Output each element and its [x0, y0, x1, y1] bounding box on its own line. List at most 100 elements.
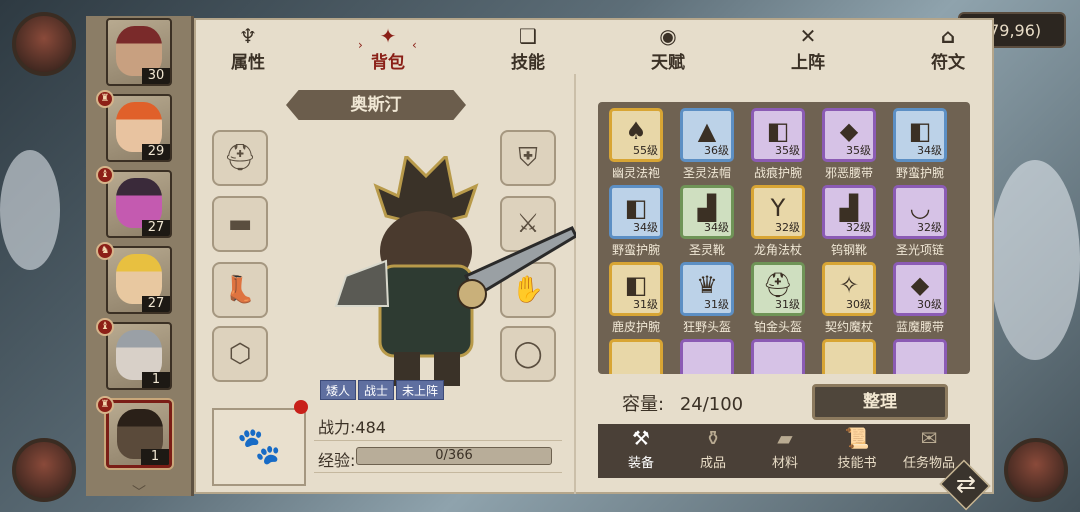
- item-level: 36级: [704, 144, 729, 157]
- hero-shoulder-shape: [334, 259, 390, 307]
- helmet-slot[interactable]: ⛑: [212, 130, 268, 186]
- category-icon: ⚒: [632, 426, 650, 450]
- ring-icon: ⬡: [228, 339, 252, 369]
- item-level: 31级: [633, 298, 658, 311]
- hero-card[interactable]: 29: [106, 94, 172, 162]
- power-label: 战力:484: [318, 418, 386, 437]
- helmet-icon: ⛑: [223, 143, 257, 173]
- capacity-display: 容量: 24/100: [622, 390, 743, 416]
- stat-divider: [314, 440, 562, 441]
- ring-slot[interactable]: ⬡: [212, 326, 268, 382]
- item-icon-frame: [609, 339, 663, 374]
- inventory-item[interactable]: ▟ 32级 钨钢靴: [819, 185, 879, 261]
- category-tab[interactable]: ⚱ 成品: [678, 424, 748, 478]
- category-tab[interactable]: ▰ 材料: [750, 424, 820, 478]
- inventory-item[interactable]: ◆ 35级 邪恶腰带: [819, 108, 879, 184]
- category-tab[interactable]: ⚒ 装备: [606, 424, 676, 478]
- item-icon-frame: ▟ 32级: [822, 185, 876, 239]
- item-name: 铂金头盔: [753, 320, 802, 334]
- item-icon-frame: ◧ 31级: [609, 262, 663, 316]
- tab-icon: ◉: [659, 24, 677, 48]
- left-bottom-button[interactable]: [12, 438, 76, 502]
- item-icon-frame: ◧ 34级: [609, 185, 663, 239]
- notification-dot: [294, 400, 308, 414]
- hero-card[interactable]: 27: [106, 170, 172, 238]
- snow-patch: [0, 150, 60, 270]
- item-level: 32级: [917, 221, 942, 234]
- inventory-item-partial[interactable]: [677, 339, 737, 374]
- tab[interactable]: ♆ 属性: [208, 24, 288, 73]
- item-icon-frame: ◡ 32级: [893, 185, 947, 239]
- tab[interactable]: ❑ 技能: [488, 24, 568, 73]
- swap-arrows-icon: ⇄: [955, 470, 977, 498]
- item-level: 30级: [846, 298, 871, 311]
- tab-icon: ⌂: [940, 24, 956, 48]
- hero-level: 27: [142, 296, 170, 312]
- hero-card[interactable]: 27: [106, 246, 172, 314]
- inventory-item[interactable]: ◧ 31级 鹿皮护腕: [606, 262, 666, 338]
- item-icon-frame: ✧ 30级: [822, 262, 876, 316]
- item-name: 战痕护腕: [753, 166, 802, 180]
- player-avatar[interactable]: [12, 12, 76, 76]
- inventory-item[interactable]: ♠ 55级 幽灵法袍: [606, 108, 666, 184]
- inventory-item[interactable]: ◧ 34级 野蛮护腕: [606, 185, 666, 261]
- class-badge-icon: ♝: [96, 166, 114, 184]
- tab-icon: ✦: [379, 24, 397, 48]
- inventory-item[interactable]: Y 32级 龙角法杖: [748, 185, 808, 261]
- belt-slot[interactable]: ▬: [212, 196, 268, 252]
- hero-panel: ♆ 属性 ✦ 背包 › ‹ ❑ 技能 ◉ 天赋 ✕ 上阵 ⌂ 符文 奥斯汀 ⛑ ▬ 👢 ⬡ ⛨ ⚔ ✋ ◯…: [194, 18, 994, 494]
- inventory-item[interactable]: ♛ 31级 狂野头盔: [677, 262, 737, 338]
- inventory-item-partial[interactable]: [606, 339, 666, 374]
- inventory-item[interactable]: ◆ 30级 蓝魔腰带: [890, 262, 950, 338]
- inventory-item[interactable]: ◧ 34级 野蛮护腕: [890, 108, 950, 184]
- capacity-value: 24/100: [679, 394, 744, 415]
- inventory-item-partial[interactable]: [819, 339, 879, 374]
- item-icon-frame: [822, 339, 876, 374]
- tab[interactable]: ⌂ 符文: [908, 24, 988, 73]
- chevron-left-icon: ‹: [412, 38, 417, 52]
- item-icon-frame: ◆ 35级: [822, 108, 876, 162]
- inventory-item[interactable]: ◧ 35级战痕护腕: [748, 108, 808, 184]
- inventory-item[interactable]: ▟ 34级 圣灵靴: [677, 185, 737, 261]
- tab[interactable]: ✕ 上阵: [768, 24, 848, 73]
- item-icon-frame: ▲ 36级: [680, 108, 734, 162]
- hero-list-scroll-down-icon[interactable]: ﹀: [127, 486, 151, 500]
- inventory-item[interactable]: ▲ 36级 圣灵法帽: [677, 108, 737, 184]
- class-badge-icon: ♝: [96, 318, 114, 336]
- category-tab[interactable]: 📜 技能书: [822, 424, 892, 478]
- hero-level: 29: [142, 144, 170, 160]
- inventory-grid[interactable]: ♠ 55级 幽灵法袍 ▲ 36级 圣灵法帽 ◧ 35级 战痕护腕 ◆ 35级 邪恶腰带 ◧ 34级 野蛮护腕…: [598, 102, 970, 374]
- hero-card[interactable]: 1: [106, 322, 172, 390]
- class-badge-icon: ♜: [96, 90, 114, 108]
- sort-button[interactable]: 整理: [812, 384, 948, 420]
- category-icon: ▰: [777, 426, 793, 450]
- inventory-item[interactable]: ✧ 30级 契约魔杖: [819, 262, 879, 338]
- item-name: 龙角法杖: [753, 243, 802, 257]
- tab[interactable]: ◉ 天赋: [628, 24, 708, 73]
- item-level: 32级: [846, 221, 871, 234]
- item-icon-frame: ◆ 30级: [893, 262, 947, 316]
- tab-label: 上阵: [791, 53, 825, 73]
- inventory-item-partial[interactable]: [890, 339, 950, 374]
- inventory-item[interactable]: ◡ 32级 圣光项链: [890, 185, 950, 261]
- item-name: 狂野头盔: [682, 320, 731, 334]
- item-level: 55级: [633, 144, 658, 157]
- hero-card[interactable]: 30: [106, 18, 172, 86]
- hero-level: 30: [142, 68, 170, 84]
- hero-level: 1: [141, 449, 169, 465]
- hero-body-shape: [378, 264, 474, 358]
- class-tag: 战士: [358, 380, 395, 400]
- item-level: 34级: [633, 221, 658, 234]
- item-icon-frame: ◧ 35级: [751, 108, 805, 162]
- pet-slot[interactable]: 🐾: [212, 408, 306, 486]
- boots-slot[interactable]: 👢: [212, 262, 268, 318]
- tab-icon: ♆: [239, 24, 257, 48]
- item-name: 幽灵法袍: [611, 166, 660, 180]
- inventory-item-partial[interactable]: [748, 339, 808, 374]
- inventory-item[interactable]: ⛑ 31级 铂金头盔: [748, 262, 808, 338]
- hero-card[interactable]: 1: [106, 400, 172, 468]
- exp-progress-bar: 0/366: [356, 447, 552, 465]
- item-icon-frame: ◧ 34级: [893, 108, 947, 162]
- chevron-right-icon: ›: [358, 38, 363, 52]
- right-bottom-button[interactable]: [1004, 438, 1068, 502]
